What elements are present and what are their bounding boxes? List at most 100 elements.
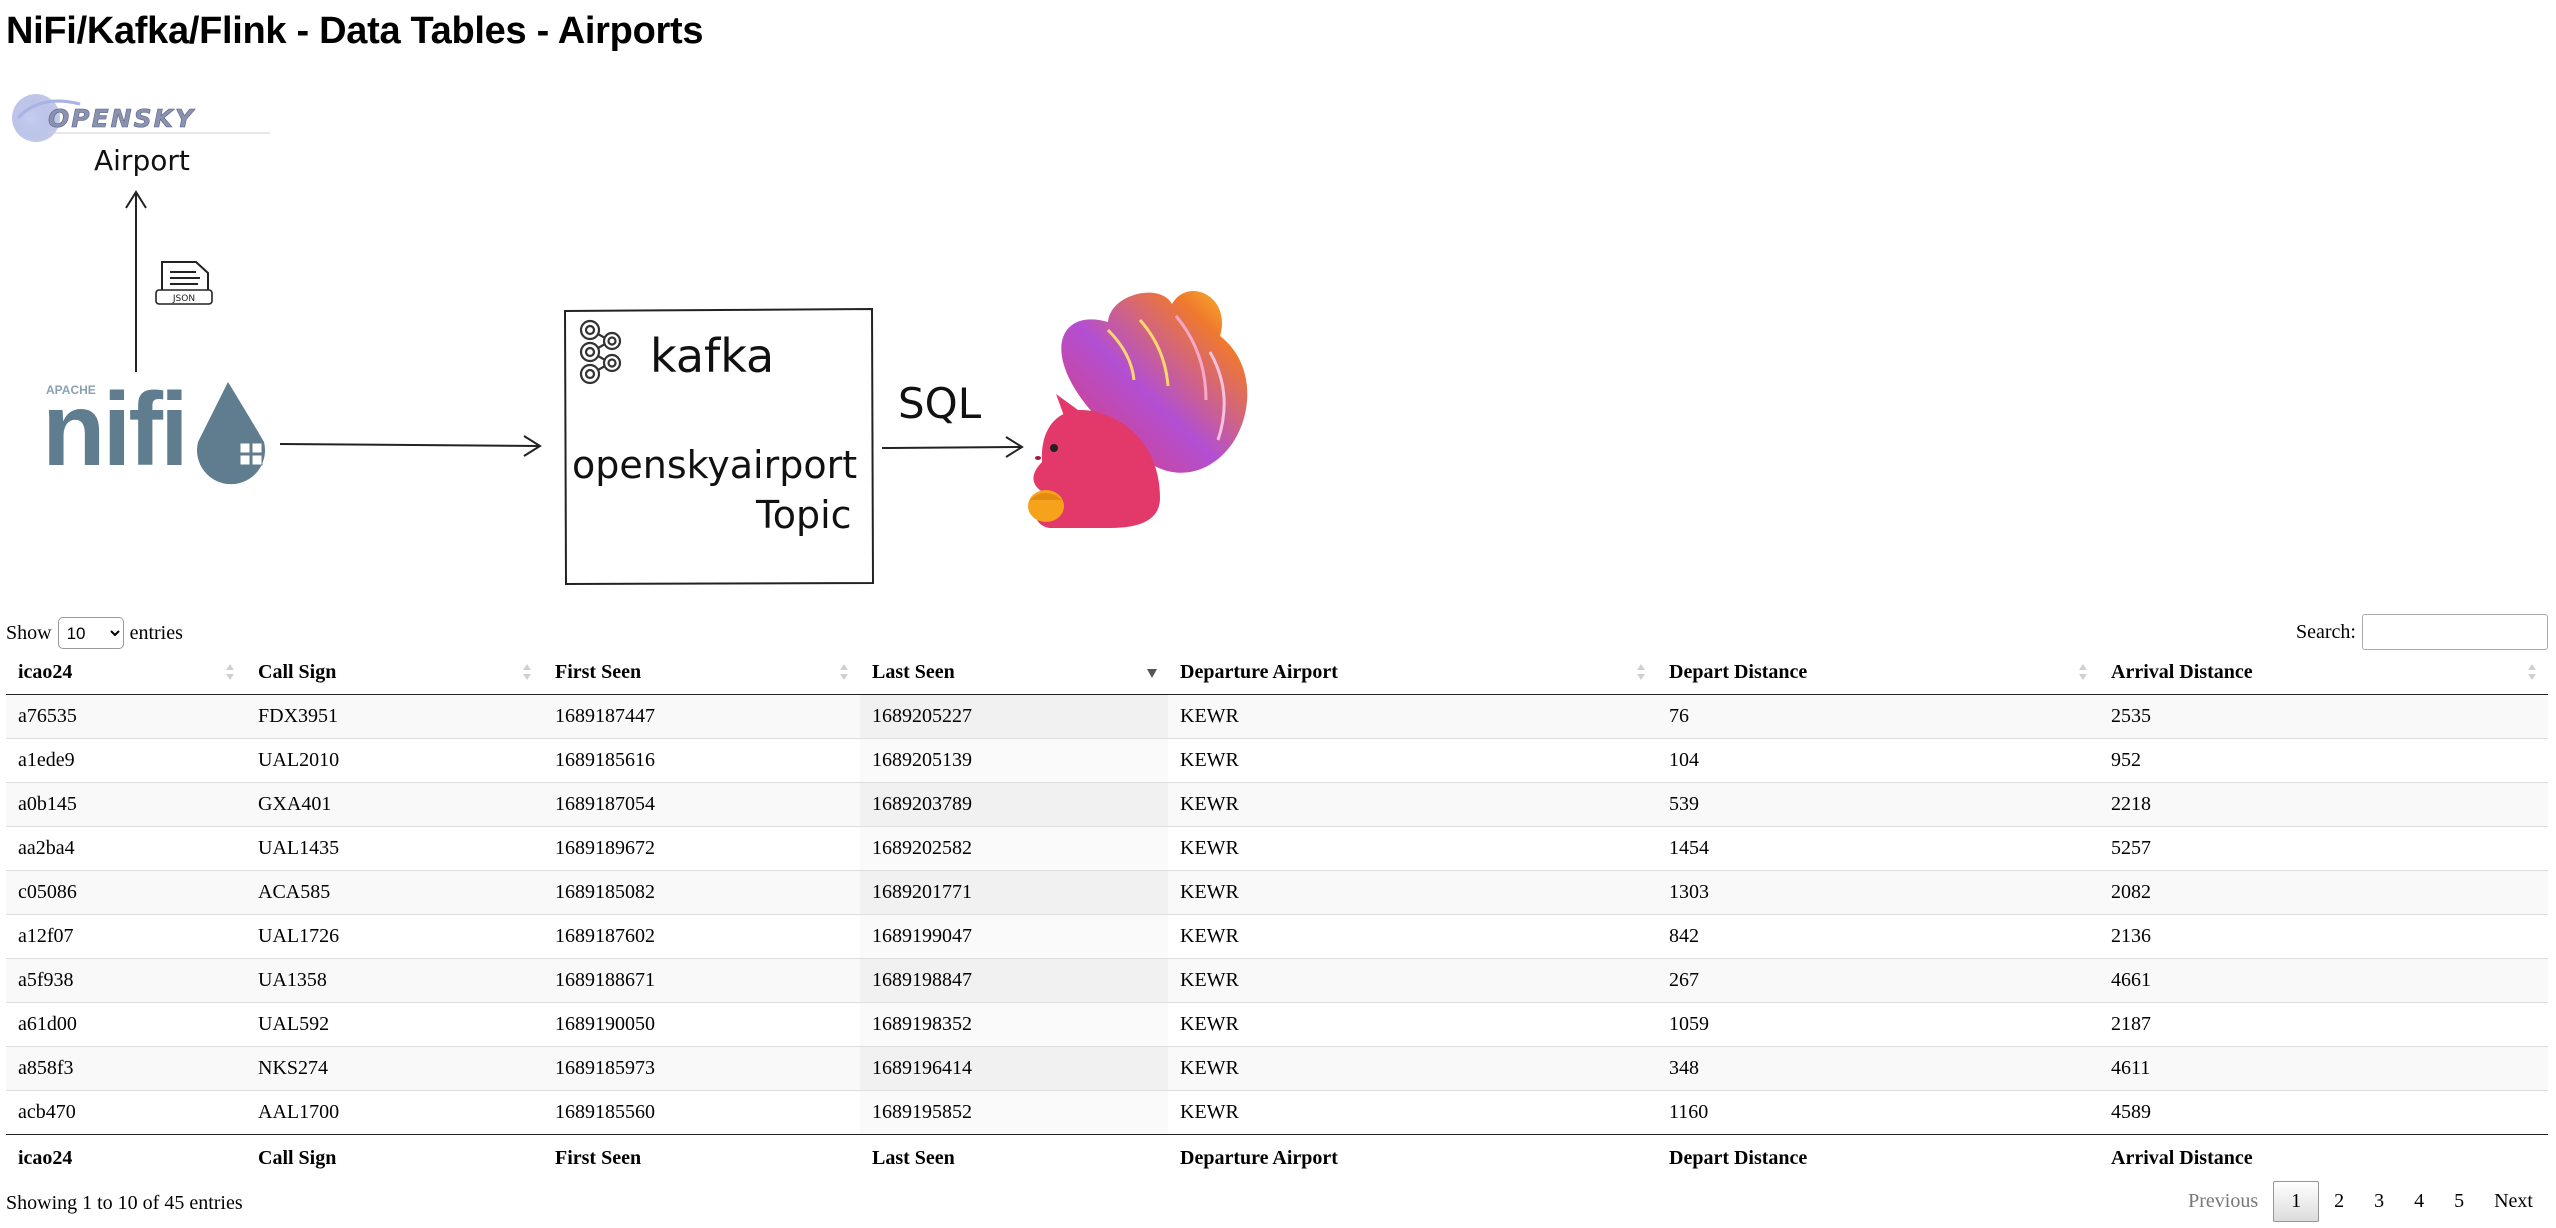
column-header-last-seen[interactable]: Last Seen [860, 652, 1168, 695]
page-5-button[interactable]: 5 [2439, 1182, 2479, 1221]
table-body: a76535 FDX3951 1689187447 1689205227 KEWR 76 2… [6, 694, 2548, 1134]
table-controls: Show 10 entries Search: [6, 612, 2548, 652]
table-row[interactable]: a1ede9 UAL2010 1689185616 1689205139 KEWR 104… [6, 737, 2548, 782]
cell-icao24: a61d00 [6, 1001, 246, 1046]
column-header-departure-airport[interactable]: Departure Airport [1168, 652, 1657, 695]
page-3-button[interactable]: 3 [2359, 1182, 2399, 1221]
cell-icao24: a12f07 [6, 913, 246, 958]
cell-icao24: a858f3 [6, 1045, 246, 1090]
cell-depart-distance: 104 [1657, 737, 2099, 782]
column-header-first-seen[interactable]: First Seen [543, 652, 860, 695]
table-info: Showing 1 to 10 of 45 entries [6, 1192, 243, 1214]
opensky-logo-text: OPENSKY [48, 104, 196, 133]
table-row[interactable]: c05086 ACA585 1689185082 1689201771 KEWR 1303… [6, 869, 2548, 914]
cell-icao24: aa2ba4 [6, 825, 246, 870]
cell-arrival-distance: 2187 [2099, 1001, 2548, 1046]
cell-last-seen: 1689198847 [860, 957, 1168, 1002]
table-row[interactable]: a858f3 NKS274 1689185973 1689196414 KEWR 348 4… [6, 1045, 2548, 1090]
cell-call-sign: UAL592 [246, 1001, 543, 1046]
column-header-label: icao24 [18, 661, 73, 684]
cell-last-seen: 1689202582 [860, 825, 1168, 870]
column-header-call-sign[interactable]: Call Sign [246, 652, 543, 695]
cell-arrival-distance: 952 [2099, 737, 2548, 782]
cell-call-sign: UA1358 [246, 957, 543, 1002]
table-row[interactable]: a61d00 UAL592 1689190050 1689198352 KEWR 1059… [6, 1001, 2548, 1046]
footer-column-label-call-sign: Call Sign [246, 1133, 543, 1182]
cell-call-sign: UAL2010 [246, 737, 543, 782]
cell-first-seen: 1689185082 [543, 869, 860, 914]
cell-arrival-distance: 2082 [2099, 869, 2548, 914]
page-numbers: 12345 [2273, 1181, 2479, 1222]
cell-last-seen: 1689195852 [860, 1089, 1168, 1134]
cell-depart-distance: 1059 [1657, 1001, 2099, 1046]
table-row[interactable]: a0b145 GXA401 1689187054 1689203789 KEWR 539 2… [6, 781, 2548, 826]
cell-arrival-distance: 5257 [2099, 825, 2548, 870]
page-1-button[interactable]: 1 [2273, 1181, 2320, 1222]
kafka-logo-text: kafka [650, 329, 774, 383]
table-row[interactable]: a76535 FDX3951 1689187447 1689205227 KEWR 76 2… [6, 694, 2548, 738]
architecture-diagram: OPENSKY Airport JSON APACHE nifi kafka o… [12, 94, 1248, 586]
entries-label: entries [129, 621, 183, 644]
table-footer-header: icao24 Call Sign First Seen Last Seen Depart… [6, 1133, 2548, 1182]
cell-first-seen: 1689188671 [543, 957, 860, 1002]
cell-depart-distance: 348 [1657, 1045, 2099, 1090]
cell-call-sign: NKS274 [246, 1045, 543, 1090]
previous-page-button[interactable]: Previous [2173, 1182, 2273, 1221]
cell-depart-distance: 1303 [1657, 869, 2099, 914]
cell-last-seen: 1689199047 [860, 913, 1168, 958]
page-title: NiFi/Kafka/Flink - Data Tables - Airport… [6, 10, 704, 52]
cell-departure-airport: KEWR [1168, 737, 1657, 782]
cell-first-seen: 1689187054 [543, 781, 860, 826]
table-row[interactable]: a5f938 UA1358 1689188671 1689198847 KEWR 267 4… [6, 957, 2548, 1002]
column-header-label: Depart Distance [1669, 661, 1808, 684]
cell-last-seen: 1689196414 [860, 1045, 1168, 1090]
cell-arrival-distance: 4611 [2099, 1045, 2548, 1090]
sort-both-icon [2079, 664, 2087, 680]
cell-first-seen: 1689185973 [543, 1045, 860, 1090]
cell-call-sign: FDX3951 [246, 694, 543, 738]
cell-depart-distance: 539 [1657, 781, 2099, 826]
search-control: Search: [2296, 614, 2548, 650]
table-row[interactable]: aa2ba4 UAL1435 1689189672 1689202582 KEWR 145… [6, 825, 2548, 870]
page-2-button[interactable]: 2 [2319, 1182, 2359, 1221]
table-header: icao24 Call Sign First Seen Last Seen Depart… [6, 652, 2548, 695]
show-label: Show [6, 621, 52, 644]
column-header-label: Last Seen [872, 661, 955, 684]
pagination: Previous 12345 Next [2173, 1181, 2548, 1222]
cell-last-seen: 1689201771 [860, 869, 1168, 914]
page-4-button[interactable]: 4 [2399, 1182, 2439, 1221]
search-label: Search: [2296, 620, 2356, 643]
cell-first-seen: 1689185560 [543, 1089, 860, 1134]
cell-departure-airport: KEWR [1168, 825, 1657, 870]
next-page-button[interactable]: Next [2479, 1182, 2548, 1221]
search-input[interactable] [2362, 614, 2548, 650]
column-header-icao24[interactable]: icao24 [6, 652, 246, 695]
cell-first-seen: 1689187602 [543, 913, 860, 958]
topic-label: Topic [755, 493, 852, 537]
cell-arrival-distance: 2218 [2099, 781, 2548, 826]
column-header-label: Arrival Distance [2111, 661, 2253, 684]
kafka-topic-box: kafka openskyairport Topic [563, 307, 875, 586]
cell-depart-distance: 76 [1657, 694, 2099, 738]
cell-departure-airport: KEWR [1168, 1089, 1657, 1134]
footer-column-label-departure-airport: Departure Airport [1168, 1133, 1657, 1182]
footer-column-label-arrival-distance: Arrival Distance [2099, 1133, 2548, 1182]
page-length-select[interactable]: 10 [57, 617, 124, 649]
table-row[interactable]: a12f07 UAL1726 1689187602 1689199047 KEWR 842… [6, 913, 2548, 958]
cell-depart-distance: 267 [1657, 957, 2099, 1002]
arrow-up-icon [125, 190, 147, 372]
column-header-arrival-distance[interactable]: Arrival Distance [2099, 652, 2548, 695]
cell-icao24: acb470 [6, 1089, 246, 1134]
nifi-logo-text: nifi [42, 372, 186, 488]
cell-last-seen: 1689203789 [860, 781, 1168, 826]
footer-column-label-first-seen: First Seen [543, 1133, 860, 1182]
cell-arrival-distance: 2136 [2099, 913, 2548, 958]
cell-departure-airport: KEWR [1168, 957, 1657, 1002]
table-row[interactable]: acb470 AAL1700 1689185560 1689195852 KEWR 116… [6, 1089, 2548, 1134]
opensky-logo: OPENSKY [12, 94, 270, 142]
cell-icao24: a76535 [6, 694, 246, 738]
cell-call-sign: AAL1700 [246, 1089, 543, 1134]
column-header-depart-distance[interactable]: Depart Distance [1657, 652, 2099, 695]
cell-first-seen: 1689190050 [543, 1001, 860, 1046]
sort-descending-icon [1147, 669, 1157, 678]
